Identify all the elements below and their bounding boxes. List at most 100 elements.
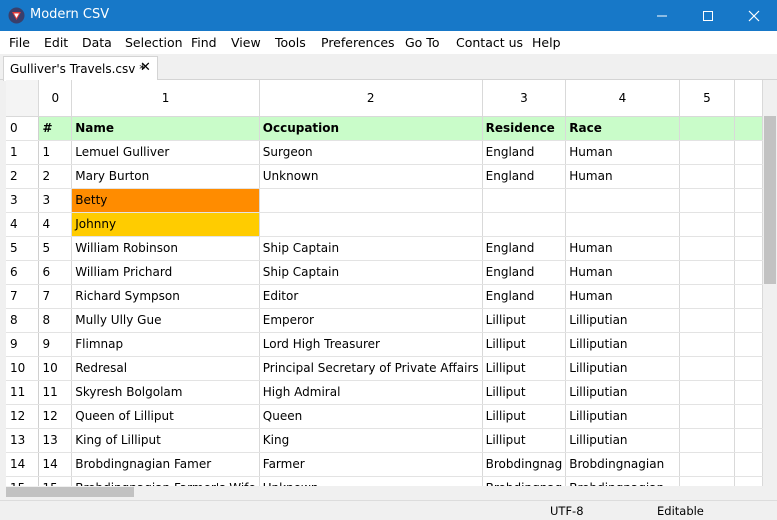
cell[interactable]: Richard Sympson	[71, 284, 260, 309]
cell[interactable]: Brobdingnagian Farmer's Wife	[71, 476, 260, 486]
cell[interactable]: Queen	[259, 404, 483, 429]
cell[interactable]: Lilliputian	[565, 404, 680, 429]
column-header[interactable]: 0	[38, 80, 73, 117]
cell[interactable]: Mary Burton	[71, 164, 260, 189]
column-header[interactable]: 5	[679, 80, 736, 117]
row-header[interactable]: 1	[6, 140, 40, 165]
cell-highlighted-orange[interactable]: Betty	[71, 188, 260, 213]
vertical-scroll-thumb[interactable]	[764, 116, 776, 284]
row-header[interactable]: 7	[6, 284, 40, 309]
menu-tools[interactable]: Tools	[275, 35, 306, 50]
cell[interactable]: Lilliput	[482, 404, 567, 429]
cell[interactable]: 7	[38, 284, 73, 309]
cell[interactable]: Lilliputian	[565, 380, 680, 405]
cell[interactable]: England	[482, 140, 567, 165]
cell[interactable]	[679, 308, 736, 333]
menu-contact-us[interactable]: Contact us	[456, 35, 523, 50]
cell[interactable]: 2	[38, 164, 73, 189]
cell[interactable]: Brobdingnagian Famer	[71, 452, 260, 477]
tab-close-icon[interactable]: ✕	[140, 61, 151, 75]
row-header[interactable]: 12	[6, 404, 40, 429]
cell[interactable]: Occupation	[259, 116, 483, 141]
cell[interactable]: England	[482, 260, 567, 285]
menu-file[interactable]: File	[9, 35, 30, 50]
column-header[interactable]: 1	[71, 80, 260, 117]
cell[interactable]	[482, 188, 567, 213]
maximize-button[interactable]	[685, 0, 731, 31]
cell[interactable]: Race	[565, 116, 680, 141]
cell[interactable]	[679, 284, 736, 309]
cell[interactable]	[482, 212, 567, 237]
column-header[interactable]: 4	[565, 80, 680, 117]
cell[interactable]: 3	[38, 188, 73, 213]
cell[interactable]	[679, 404, 736, 429]
cell[interactable]: Human	[565, 260, 680, 285]
cell[interactable]	[679, 452, 736, 477]
cell[interactable]: 6	[38, 260, 73, 285]
menu-edit[interactable]: Edit	[44, 35, 68, 50]
cell[interactable]: Queen of Lilliput	[71, 404, 260, 429]
cell[interactable]: 11	[38, 380, 73, 405]
cell[interactable]	[679, 356, 736, 381]
row-header[interactable]: 5	[6, 236, 40, 261]
cell[interactable]: Lilliputian	[565, 428, 680, 453]
cell[interactable]	[679, 476, 736, 486]
cell[interactable]: Human	[565, 284, 680, 309]
csv-grid[interactable]: 0 1 2 3 4 5 0 # Name Occupation Residenc…	[6, 80, 763, 486]
cell[interactable]: Mully Ully Gue	[71, 308, 260, 333]
menu-data[interactable]: Data	[82, 35, 112, 50]
cell[interactable]: Lemuel Gulliver	[71, 140, 260, 165]
cell[interactable]	[679, 380, 736, 405]
cell[interactable]: Lilliputian	[565, 308, 680, 333]
cell-highlighted-yellow[interactable]: Johnny	[71, 212, 260, 237]
cell[interactable]: Lilliput	[482, 332, 567, 357]
horizontal-scroll-thumb[interactable]	[6, 487, 134, 497]
close-window-button[interactable]	[731, 0, 777, 31]
cell[interactable]	[679, 236, 736, 261]
row-header[interactable]: 15	[6, 476, 40, 486]
column-header[interactable]: 3	[482, 80, 567, 117]
cell[interactable]: King	[259, 428, 483, 453]
menu-selection[interactable]: Selection	[125, 35, 183, 50]
cell[interactable]	[679, 116, 736, 141]
cell[interactable]: Surgeon	[259, 140, 483, 165]
cell[interactable]: Flimnap	[71, 332, 260, 357]
cell[interactable]: England	[482, 164, 567, 189]
cell[interactable]: 14	[38, 452, 73, 477]
cell[interactable]: Lilliput	[482, 428, 567, 453]
row-header[interactable]: 3	[6, 188, 40, 213]
cell[interactable]: Redresal	[71, 356, 260, 381]
vertical-scrollbar[interactable]	[763, 80, 777, 486]
cell[interactable]: Brobdingnagian	[565, 452, 680, 477]
cell[interactable]: 12	[38, 404, 73, 429]
cell[interactable]: William Prichard	[71, 260, 260, 285]
cell[interactable]	[259, 212, 483, 237]
cell[interactable]: 13	[38, 428, 73, 453]
cell[interactable]: Name	[71, 116, 260, 141]
row-header[interactable]: 8	[6, 308, 40, 333]
row-header[interactable]: 14	[6, 452, 40, 477]
cell[interactable]: 10	[38, 356, 73, 381]
cell[interactable]: Brobdingnag	[482, 452, 567, 477]
cell[interactable]: Brobdingnagian	[565, 476, 680, 486]
cell[interactable]: 15	[38, 476, 73, 486]
cell[interactable]: Brobdingnag	[482, 476, 567, 486]
cell[interactable]	[259, 188, 483, 213]
cell[interactable]: Skyresh Bolgolam	[71, 380, 260, 405]
file-tab[interactable]: Gulliver's Travels.csv * ✕	[3, 56, 158, 81]
cell[interactable]: Ship Captain	[259, 236, 483, 261]
menu-go-to[interactable]: Go To	[405, 35, 439, 50]
cell[interactable]: Lilliput	[482, 380, 567, 405]
cell[interactable]: Lord High Treasurer	[259, 332, 483, 357]
column-header[interactable]: 2	[259, 80, 483, 117]
cell[interactable]: Unknown	[259, 164, 483, 189]
row-header[interactable]: 0	[6, 116, 40, 141]
row-header[interactable]: 11	[6, 380, 40, 405]
menu-find[interactable]: Find	[191, 35, 217, 50]
horizontal-scrollbar[interactable]	[6, 486, 763, 498]
corner-cell[interactable]	[6, 80, 40, 117]
cell[interactable]: 1	[38, 140, 73, 165]
cell[interactable]: 5	[38, 236, 73, 261]
cell[interactable]: King of Lilliput	[71, 428, 260, 453]
cell[interactable]: Emperor	[259, 308, 483, 333]
